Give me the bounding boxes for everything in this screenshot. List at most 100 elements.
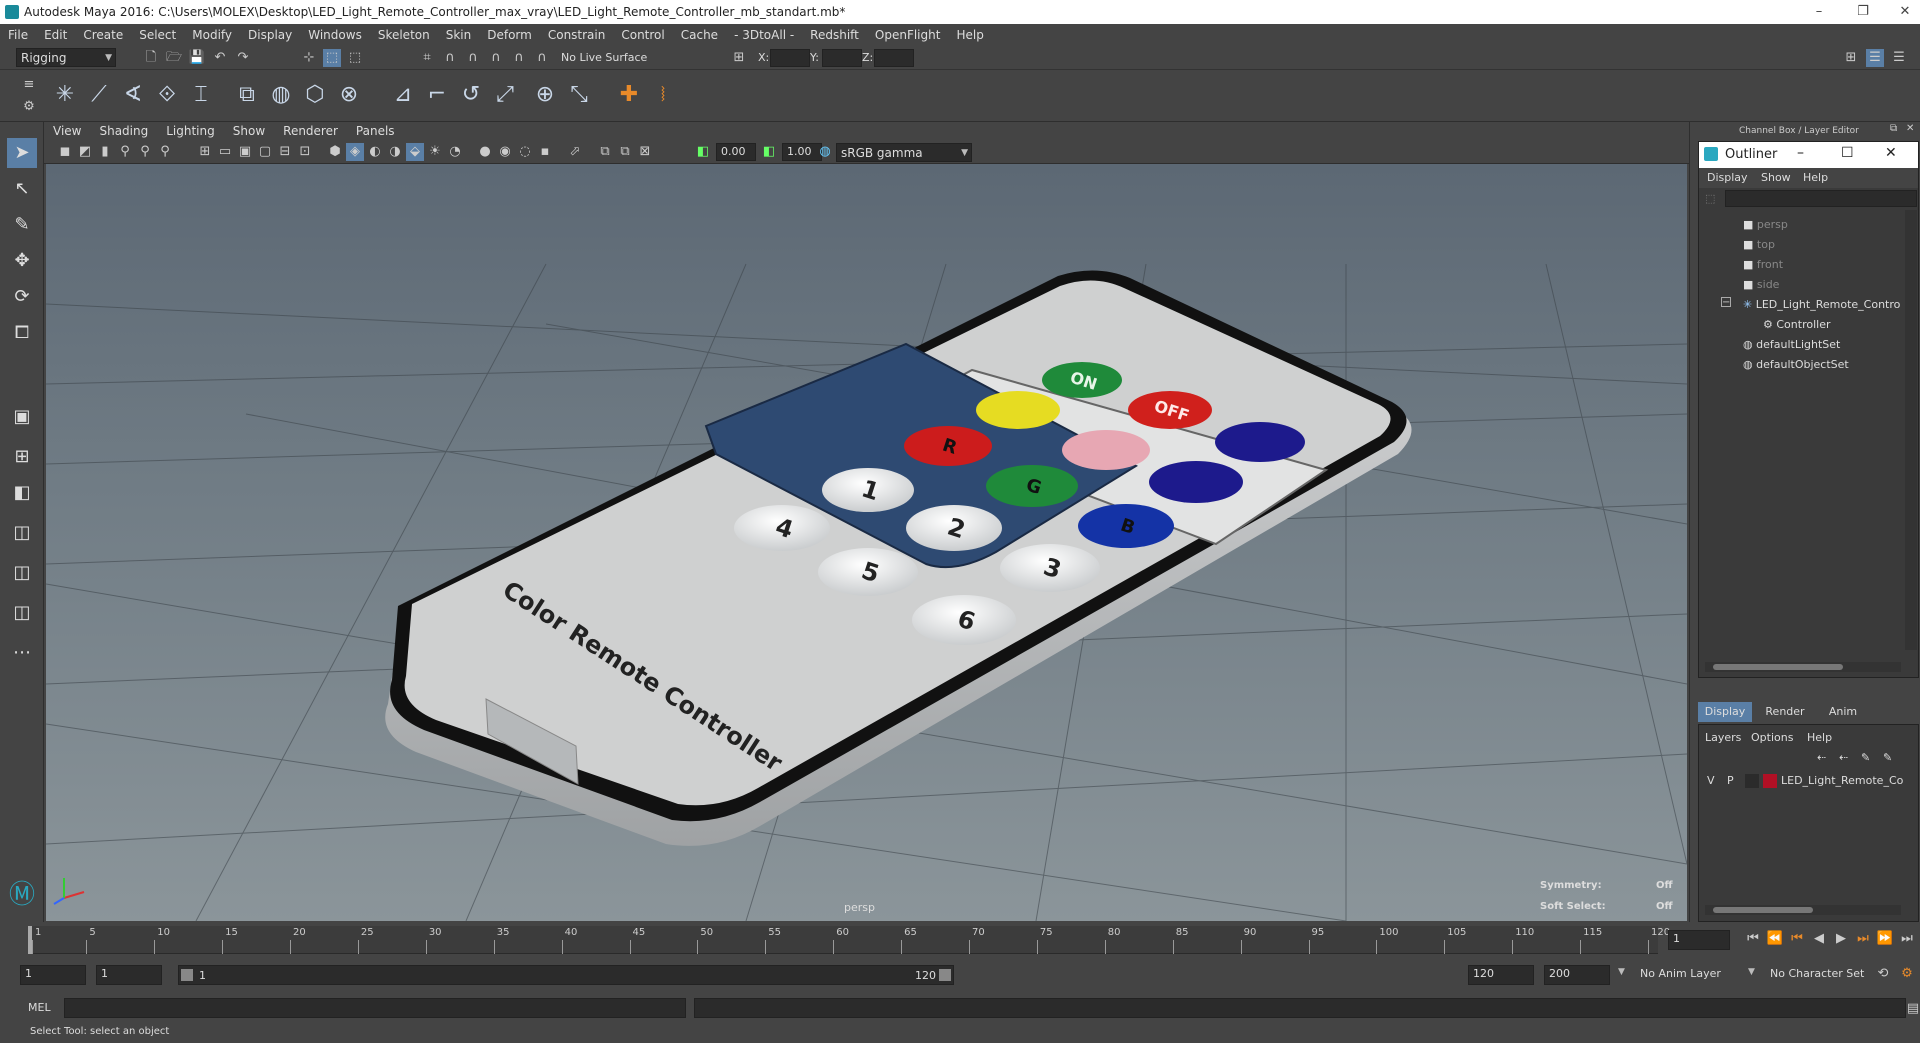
bookmark-icon[interactable]: ▮	[96, 143, 114, 161]
resolution-gate-icon[interactable]: ⊠	[636, 143, 654, 161]
layer-row[interactable]: V P LED_Light_Remote_Co	[1701, 771, 1916, 791]
camera-attr-icon[interactable]: ◩	[76, 143, 94, 161]
float-panel-icon[interactable]: ⧉	[1890, 123, 1897, 134]
menu-cache[interactable]: Cache	[673, 28, 726, 42]
depth-of-field-icon[interactable]: ◉	[496, 143, 514, 161]
close-panel-icon[interactable]: ✕	[1906, 123, 1914, 134]
lights-icon[interactable]: ◐	[366, 143, 384, 161]
playback-end-field[interactable]: 120	[1468, 965, 1534, 985]
mirror-joint-icon[interactable]: ⟐	[152, 80, 182, 110]
outliner-horizontal-scrollbar[interactable]	[1705, 662, 1901, 672]
image-plane-icon[interactable]: ⚲	[116, 143, 134, 161]
outliner-item-default-light-set[interactable]: ◍ defaultLightSet	[1743, 338, 1840, 351]
shelf-settings-icon[interactable]: ⚙	[20, 98, 38, 116]
outliner-menu-help[interactable]: Help	[1803, 171, 1828, 184]
snap-view-icon[interactable]: ∩	[487, 49, 505, 67]
outliner-layout-icon[interactable]: ◫	[7, 518, 37, 548]
end-time-field[interactable]: 200	[1544, 965, 1610, 985]
graph-layout-icon[interactable]: ◫	[7, 558, 37, 588]
isolate-icon[interactable]: ⬢	[326, 143, 344, 161]
collapse-icon[interactable]: −	[1721, 297, 1731, 308]
outliner-maximize-icon[interactable]: ☐	[1841, 145, 1854, 161]
smooth-bind-icon[interactable]: ◍	[266, 80, 296, 110]
filter-icon[interactable]: ⬚	[1705, 192, 1715, 205]
menu-3dtoall[interactable]: - 3DtoAll -	[726, 28, 802, 42]
anim-layer-chevron-icon[interactable]: ▼	[1618, 967, 1625, 977]
x-field[interactable]	[770, 49, 810, 67]
vp-menu-shading[interactable]: Shading	[90, 124, 157, 138]
step-forward-frame-icon[interactable]: ⏩	[1876, 930, 1894, 948]
menu-openflight[interactable]: OpenFlight	[867, 28, 949, 42]
exposure-icon[interactable]: ◧	[694, 143, 712, 161]
start-time-field[interactable]: 1	[20, 965, 86, 985]
wireframe-icon[interactable]: ⊞	[196, 143, 214, 161]
play-forward-icon[interactable]: ▶	[1832, 930, 1850, 948]
play-backward-icon[interactable]: ◀	[1810, 930, 1828, 948]
smooth-shade-icon[interactable]: ▭	[216, 143, 234, 161]
preferences-icon[interactable]: ⚙	[1898, 965, 1916, 983]
range-start-handle[interactable]	[181, 969, 193, 981]
four-pane-icon[interactable]: ⊞	[7, 442, 37, 472]
point-constraint-icon[interactable]: ⌐	[422, 80, 452, 110]
playback-start-field[interactable]: 1	[96, 965, 162, 985]
parent-constraint-icon[interactable]: ⊿	[388, 80, 418, 110]
make-live-icon[interactable]: ∩	[533, 49, 551, 67]
ambient-occlusion-icon[interactable]: ⬙	[406, 143, 424, 161]
layer-menu-layers[interactable]: Layers	[1705, 731, 1741, 744]
command-language-label[interactable]: MEL	[28, 1001, 51, 1014]
select-tool-icon[interactable]: ➤	[7, 138, 37, 168]
time-slider[interactable]: 1 5 10 15 20 25 30 35 40 45 50 55 60 65 70 75 80 85 90 95 10…	[0, 922, 1920, 956]
outliner-item-front[interactable]: ■ front	[1743, 258, 1783, 271]
undo-icon[interactable]: ↶	[211, 49, 229, 67]
scale-tool-icon[interactable]: ⧠	[7, 318, 37, 348]
orient-joint-icon[interactable]: ⌶	[186, 80, 216, 110]
snap-surface-icon[interactable]: ∩	[510, 49, 528, 67]
new-layer-icon[interactable]: ✎	[1861, 751, 1870, 764]
tab-display[interactable]: Display	[1698, 702, 1752, 722]
layer-menu-options[interactable]: Options	[1751, 731, 1793, 744]
layer-horizontal-scrollbar[interactable]	[1705, 905, 1901, 915]
xray-active-icon[interactable]: ⧉	[616, 143, 634, 161]
script-editor-icon[interactable]: ▤	[1904, 1000, 1920, 1018]
camera-icon[interactable]: ◼	[56, 143, 74, 161]
menu-modify[interactable]: Modify	[184, 28, 240, 42]
flat-shade-icon[interactable]: ▣	[236, 143, 254, 161]
close-button[interactable]: ✕	[1890, 2, 1920, 22]
pole-vector-icon[interactable]: ⤡	[564, 80, 594, 110]
range-end-handle[interactable]	[939, 969, 951, 981]
scrollbar-thumb[interactable]	[1713, 664, 1843, 670]
cluster-icon[interactable]: ⊗	[334, 80, 364, 110]
current-time-indicator[interactable]	[28, 926, 32, 954]
channel-box-toggle-icon[interactable]: ☰	[1866, 49, 1884, 67]
menu-create[interactable]: Create	[75, 28, 131, 42]
paint-select-icon[interactable]: ✎	[7, 210, 37, 240]
step-back-key-icon[interactable]: ⏮	[1788, 930, 1806, 948]
auto-key-icon[interactable]: ⟲	[1874, 965, 1892, 983]
range-bar[interactable]: 1 120	[178, 965, 954, 985]
move-layer-up-icon[interactable]: ⇠	[1817, 751, 1826, 764]
vp-menu-panels[interactable]: Panels	[347, 124, 404, 138]
key-icon[interactable]: ⧘	[648, 80, 678, 110]
snap-grid-icon[interactable]: ⌗	[418, 49, 436, 67]
redo-icon[interactable]: ↷	[234, 49, 252, 67]
toolbox-more-icon[interactable]: ⋯	[7, 638, 37, 668]
z-field[interactable]	[874, 49, 914, 67]
step-back-frame-icon[interactable]: ⏪	[1766, 930, 1784, 948]
go-to-start-icon[interactable]: ⏮	[1744, 930, 1762, 948]
outliner-search-input[interactable]	[1725, 190, 1917, 207]
layer-color-swatch[interactable]	[1763, 774, 1777, 788]
color-management-icon[interactable]: ◍	[816, 143, 834, 161]
tab-anim[interactable]: Anim	[1816, 702, 1870, 722]
orient-constraint-icon[interactable]: ↺	[456, 80, 486, 110]
shelf-menu-icon[interactable]: ≡	[20, 76, 38, 94]
menu-skeleton[interactable]: Skeleton	[370, 28, 438, 42]
move-tool-icon[interactable]: ✥	[7, 246, 37, 276]
lasso-tool-icon[interactable]: ↖	[7, 174, 37, 204]
select-object-icon[interactable]: ⬚	[323, 49, 341, 67]
viewport-persp[interactable]: ON OFF R G B 1 2 3 4 5 6 Color Remote Co…	[46, 164, 1687, 921]
select-component-icon[interactable]: ⬚	[346, 49, 364, 67]
textured-icon[interactable]: ⊡	[296, 143, 314, 161]
outliner-item-led-group[interactable]: ✳ LED_Light_Remote_Contro	[1743, 298, 1900, 311]
grid-icon[interactable]: ⚲	[136, 143, 154, 161]
vp-menu-renderer[interactable]: Renderer	[274, 124, 347, 138]
